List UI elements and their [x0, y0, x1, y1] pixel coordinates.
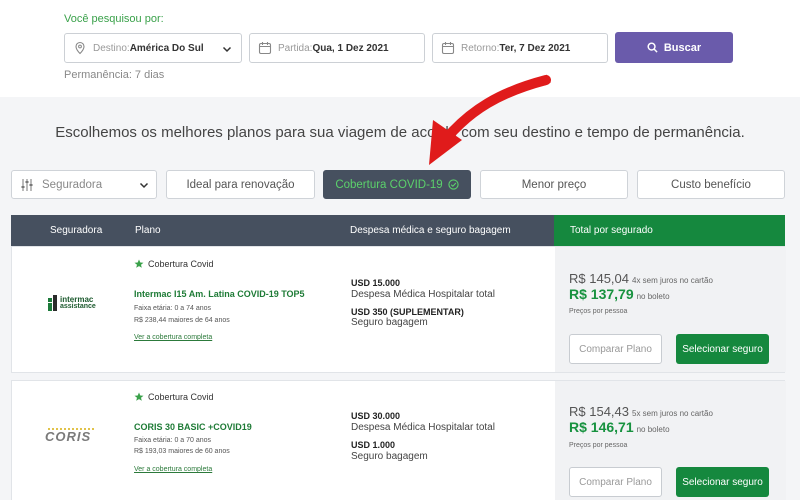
return-value: Ter, 7 Dez 2021 — [499, 42, 571, 54]
header-coverage: Despesa médica e seguro bagagem — [350, 225, 511, 236]
return-date-field[interactable]: Retorno: Ter, 7 Dez 2021 — [432, 33, 608, 63]
boleto-price: R$ 146,71 no boleto — [569, 419, 670, 435]
boleto-price: R$ 137,79 no boleto — [569, 286, 670, 302]
calendar-icon — [258, 42, 272, 55]
insurer-filter-label: Seguradora — [42, 178, 103, 191]
plan-card: CORIS Cobertura Covid CORIS 30 BASIC +CO… — [11, 380, 786, 500]
filter-lowest-price-button[interactable]: Menor preço — [480, 170, 628, 199]
baggage-description: Seguro bagagem — [351, 317, 428, 328]
coris-logo: CORIS — [42, 421, 102, 449]
sliders-icon — [21, 178, 33, 191]
page-headline: Escolhemos os melhores planos para sua v… — [55, 124, 745, 141]
card-price-value: R$ 145,04 — [569, 271, 629, 286]
calendar-icon — [441, 42, 455, 55]
search-icon — [647, 42, 658, 53]
card-price: R$ 145,04 4x sem juros no cartão — [569, 271, 713, 286]
plan-card: intermac assistance Cobertura Covid Inte… — [11, 246, 786, 373]
filter-cost-benefit-button[interactable]: Custo benefício — [637, 170, 785, 199]
departure-date-field[interactable]: Partida: Qua, 1 Dez 2021 — [249, 33, 425, 63]
baggage-description: Seguro bagagem — [351, 451, 428, 462]
plan-name: Intermac I15 Am. Latina COVID-19 TOP5 — [134, 289, 305, 299]
insurer-filter-select[interactable]: Seguradora — [11, 170, 157, 199]
search-heading: Você pesquisou por: — [64, 13, 164, 25]
per-person-note: Preços por pessoa — [569, 308, 628, 315]
departure-label: Partida: — [278, 42, 313, 54]
map-pin-icon — [75, 41, 85, 55]
search-button[interactable]: Buscar — [615, 32, 733, 63]
filter-renewal-button[interactable]: Ideal para renovação — [166, 170, 315, 199]
return-label: Retorno: — [461, 42, 500, 54]
compare-plan-button[interactable]: Comparar Plano — [569, 467, 662, 497]
medical-description: Despesa Médica Hospitalar total — [351, 422, 495, 433]
medical-description: Despesa Médica Hospitalar total — [351, 289, 495, 300]
covid-coverage-label: Cobertura Covid — [148, 392, 214, 402]
boleto-price-value: R$ 146,71 — [569, 419, 634, 435]
card-price-terms: 5x sem juros no cartão — [632, 409, 713, 418]
chevron-down-icon — [139, 182, 149, 189]
header-total: Total por segurado — [554, 215, 785, 246]
coris-logo-text: CORIS — [45, 429, 92, 444]
destination-label: Destino: — [93, 42, 130, 54]
covid-coverage-label: Cobertura Covid — [148, 259, 214, 269]
header-insurer: Seguradora — [50, 225, 103, 236]
results-table-header: Seguradora Plano Despesa médica e seguro… — [11, 215, 785, 246]
intermac-logo: intermac assistance — [46, 292, 106, 323]
chevron-down-icon — [222, 46, 232, 53]
older-price: R$ 238,44 maiores de 64 anos — [134, 317, 230, 324]
baggage-amount: USD 1.000 — [351, 440, 396, 450]
baggage-amount: USD 350 (SUPLEMENTAR) — [351, 307, 464, 317]
check-circle-icon — [448, 179, 459, 190]
per-person-note: Preços por pessoa — [569, 442, 628, 449]
select-insurance-button[interactable]: Selecionar seguro — [676, 467, 769, 497]
coverage-link[interactable]: Ver a cobertura completa — [134, 334, 212, 341]
search-button-label: Buscar — [663, 41, 702, 54]
star-icon — [134, 392, 144, 401]
card-price-value: R$ 154,43 — [569, 404, 629, 419]
card-price: R$ 154,43 5x sem juros no cartão — [569, 404, 713, 419]
select-insurance-button[interactable]: Selecionar seguro — [676, 334, 769, 364]
card-price-terms: 4x sem juros no cartão — [632, 276, 713, 285]
boleto-price-value: R$ 137,79 — [569, 286, 634, 302]
older-price: R$ 193,03 maiores de 60 anos — [134, 448, 230, 455]
covid-coverage-tag: Cobertura Covid — [134, 392, 214, 402]
star-icon — [134, 259, 144, 268]
medical-amount: USD 15.000 — [351, 278, 401, 288]
stay-duration: Permanência: 7 dias — [64, 69, 165, 81]
boleto-price-terms: no boleto — [636, 425, 670, 434]
coverage-link[interactable]: Ver a cobertura completa — [134, 466, 212, 473]
departure-value: Qua, 1 Dez 2021 — [312, 42, 389, 54]
age-range: Faixa etária: 0 a 74 anos — [134, 305, 212, 312]
intermac-logo-subtext: assistance — [60, 303, 96, 310]
filter-covid-label: Cobertura COVID-19 — [335, 178, 443, 191]
age-range: Faixa etária: 0 a 70 anos — [134, 437, 212, 444]
filter-covid-button[interactable]: Cobertura COVID-19 — [323, 170, 471, 199]
compare-plan-button[interactable]: Comparar Plano — [569, 334, 662, 364]
plan-name: CORIS 30 BASIC +COVID19 — [134, 422, 252, 432]
destination-select[interactable]: Destino: América Do Sul — [64, 33, 242, 63]
medical-amount: USD 30.000 — [351, 411, 401, 421]
header-plan: Plano — [135, 225, 161, 236]
destination-value: América Do Sul — [129, 42, 204, 54]
covid-coverage-tag: Cobertura Covid — [134, 259, 214, 269]
boleto-price-terms: no boleto — [636, 292, 670, 301]
